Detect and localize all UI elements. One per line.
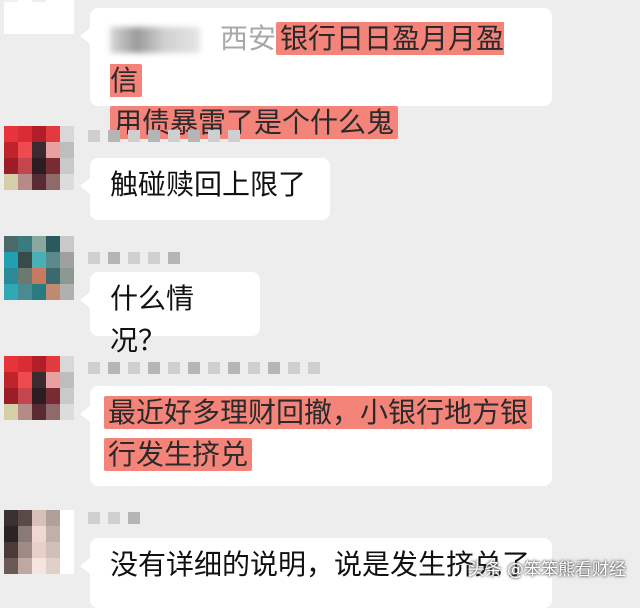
- avatar[interactable]: [4, 510, 74, 574]
- watermark: 头条 @笨笨熊看财经: [467, 560, 626, 580]
- sender-name-blurred: [88, 250, 180, 266]
- sender-name-blurred: [88, 360, 320, 376]
- message-bubble[interactable]: 最近好多理财回撤，小银行地方银 行发生挤兑: [80, 386, 552, 486]
- sender-name-blurred: [88, 128, 240, 144]
- message-text-line: 最近好多理财回撤，小银行地方银: [104, 396, 533, 429]
- avatar[interactable]: [4, 236, 74, 300]
- blurred-sender-name: [110, 27, 200, 53]
- avatar[interactable]: [4, 0, 74, 34]
- message-bubble[interactable]: 西安 银行日日盈月月盈信 用债暴雷了是个什么鬼: [80, 8, 552, 139]
- chat-conversation: 西安 银行日日盈月月盈信 用债暴雷了是个什么鬼 触碰赎回上限了 什么情况？ 最近好…: [0, 0, 640, 608]
- blurred-text: 西安: [220, 22, 277, 55]
- sender-name-blurred: [88, 510, 140, 526]
- message-bubble[interactable]: 触碰赎回上限了: [80, 158, 330, 220]
- avatar[interactable]: [4, 126, 74, 190]
- message-text-line: 触碰赎回上限了: [110, 168, 307, 201]
- avatar[interactable]: [4, 356, 74, 420]
- message-text-line: 行发生挤兑: [104, 438, 253, 471]
- message-text-line: 什么情况？: [110, 282, 195, 357]
- message-bubble[interactable]: 什么情况？: [80, 272, 260, 357]
